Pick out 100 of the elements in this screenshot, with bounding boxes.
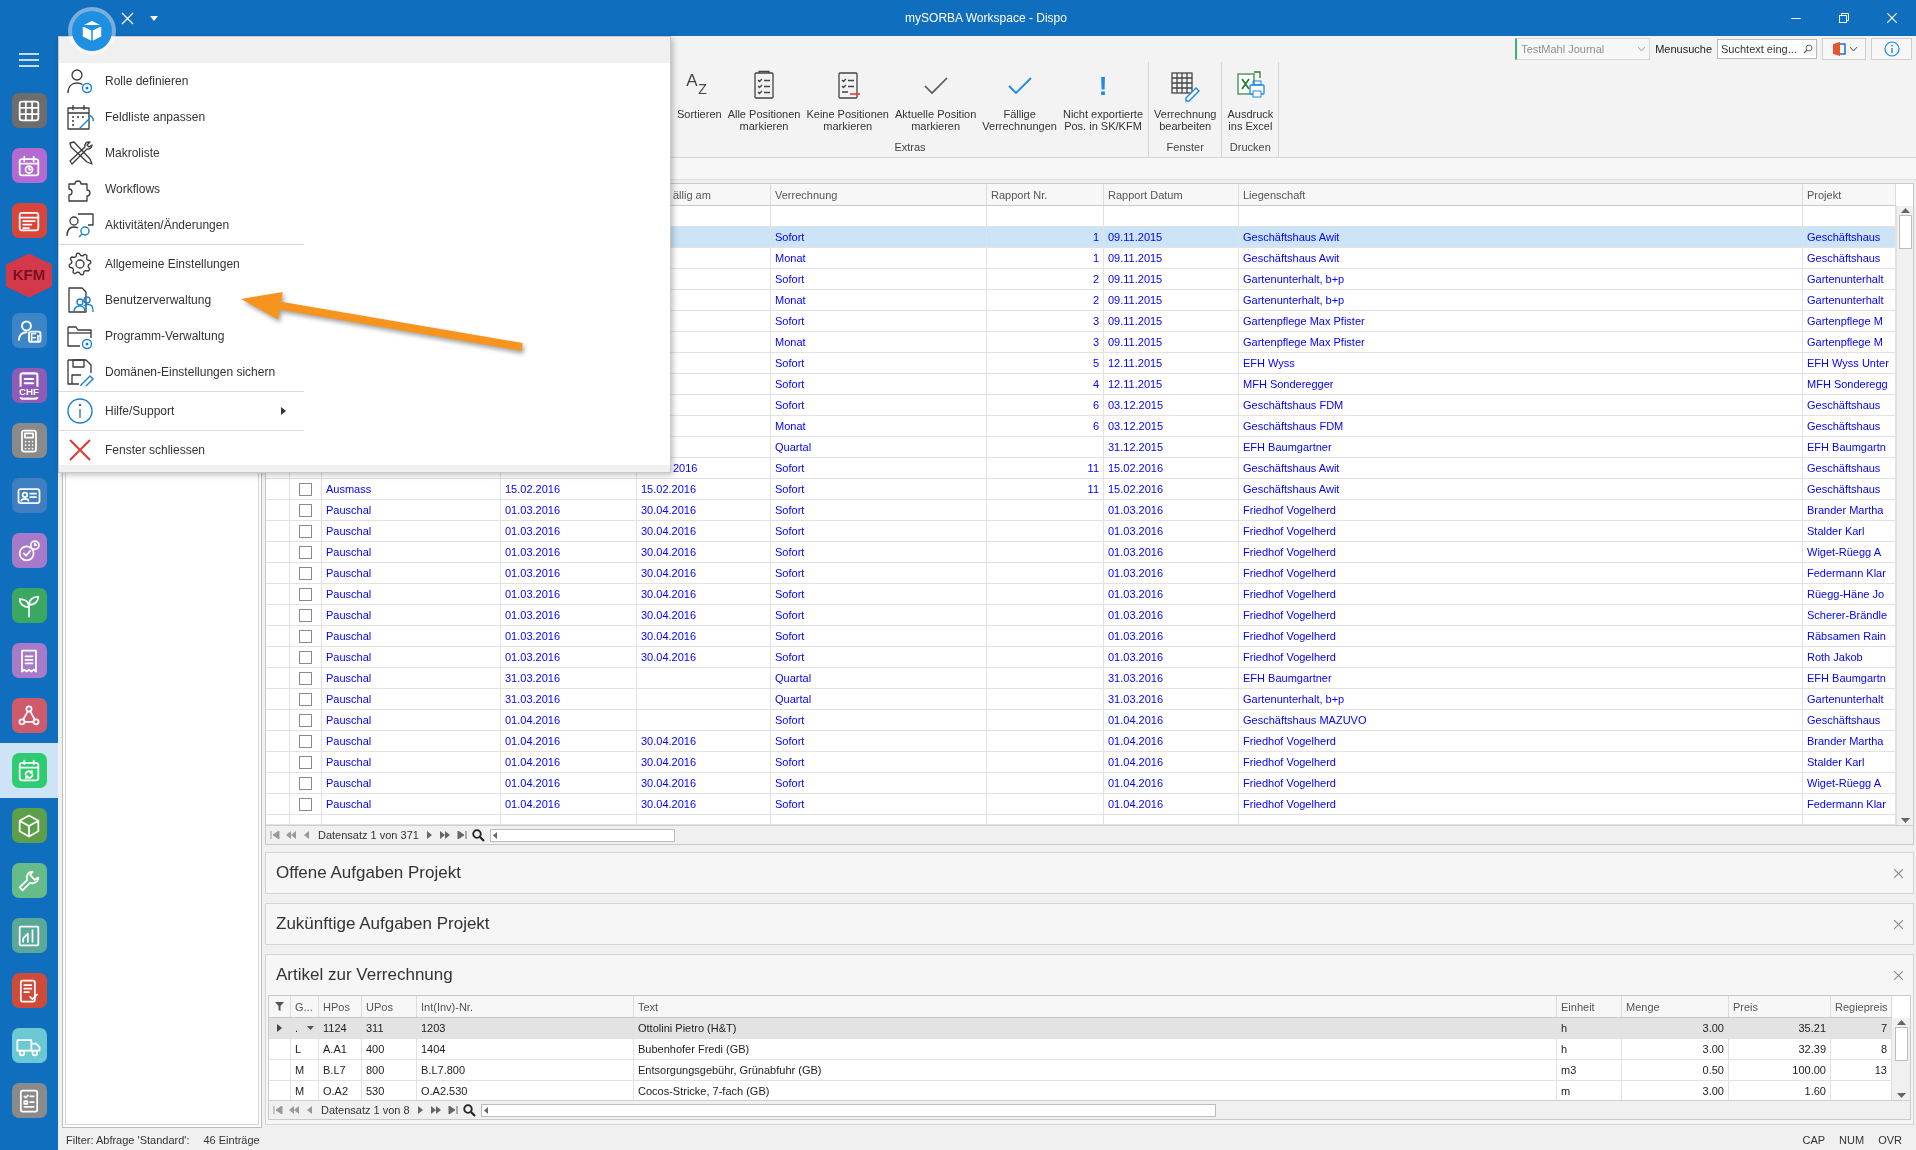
scroll-left-icon[interactable] [481,1105,491,1115]
scroll-left-icon[interactable] [490,830,500,840]
table-row[interactable]: Pauschal 01.04.2016 30.04.2016 Sofort 01.04.2016 Friedhof Vogelherd Stalder Karl [266,752,1896,773]
checkbox[interactable] [299,713,312,727]
scroll-thumb[interactable] [1894,1027,1908,1061]
ribbon-button[interactable]: Aktuelle Position markieren [892,67,980,139]
info-button[interactable] [1871,38,1912,60]
close-icon[interactable] [1894,970,1903,980]
search-icon[interactable] [462,1103,476,1117]
search-field[interactable]: Suchtext eing... [1717,39,1817,59]
table-row[interactable]: Pauschal 01.03.2016 30.04.2016 Sofort 01.03.2016 Friedhof Vogelherd Scherer-Brändle [266,605,1896,626]
table-row[interactable]: Pauschal 01.04.2016 30.04.2016 Sofort 01.04.2016 Friedhof Vogelherd Brander Martha [266,731,1896,752]
horizontal-scrollbar[interactable] [489,828,675,842]
previous-page-icon[interactable] [286,831,297,839]
table-row[interactable]: . 1124 311 1203 Ottolini Pietro (H&T) h 3.00 35.21 7 [269,1018,1891,1039]
column-header[interactable]: Einheit [1557,996,1622,1017]
ribbon-button[interactable]: ! Nicht exportierte Pos. in SK/KFM [1059,67,1147,139]
checkbox[interactable] [299,692,312,706]
checkbox[interactable] [299,734,312,748]
close-icon[interactable] [1894,919,1903,929]
checkbox[interactable] [299,671,312,685]
checkbox[interactable] [299,545,312,559]
scroll-down-icon[interactable] [1900,818,1910,823]
table-row[interactable]: Pauschal 01.03.2016 30.04.2016 Sofort 01.03.2016 Friedhof Vogelherd Roth Jakob [266,647,1896,668]
first-record-icon[interactable] [273,1106,284,1114]
table-row[interactable]: Pauschal 01.03.2016 30.04.2016 Sofort 01.03.2016 Friedhof Vogelherd Stalder Karl [266,521,1896,542]
column-header[interactable]: Menge [1622,996,1729,1017]
search-icon[interactable] [471,828,485,842]
last-record-icon[interactable] [446,1106,458,1114]
checkbox[interactable] [299,608,312,622]
table-row[interactable]: Pauschal 01.03.2016 30.04.2016 Sofort 01.03.2016 Friedhof Vogelherd Federmann Klar [266,563,1896,584]
last-record-icon[interactable] [455,831,467,839]
group-label: Extras [893,140,927,155]
checkbox[interactable] [299,503,312,517]
first-record-icon[interactable] [270,831,281,839]
close-icon[interactable] [1894,868,1903,878]
checkbox[interactable] [299,482,312,496]
previous-page-icon[interactable] [289,1106,300,1114]
table-row[interactable]: Pauschal 01.03.2016 30.04.2016 Sofort 01.03.2016 Friedhof Vogelherd Räbsamen Rain [266,626,1896,647]
restore-icon[interactable] [1839,13,1849,23]
table-row[interactable]: M B.L7 800 B.L7.800 Entsorgungsgebühr, Grünabfuhr (GB) m3 0.50 100.00 13 [269,1060,1891,1081]
filter-icon[interactable] [275,1002,284,1011]
column-header[interactable]: Verrechnung [771,184,987,205]
table-row[interactable]: Pauschal 01.03.2016 30.04.2016 Sofort 01.03.2016 Friedhof Vogelherd Brander Martha [266,500,1896,521]
ribbon-button[interactable]: Alle Positionen markieren [724,67,804,139]
table-row[interactable]: L A.A1 400 1404 Bubenhofer Fredi (GB) h 3.00 32.39 8 [269,1039,1891,1060]
table-row[interactable]: Ausmass 15.02.2016 15.02.2016 Sofort 11 15.02.2016 Geschäftshaus Awit Geschäftshaus [266,479,1896,500]
ribbon-button[interactable]: Ausdruck ins Excel [1224,67,1277,139]
menu-item[interactable]: Makroliste [59,135,304,171]
column-header[interactable]: Projekt [1803,184,1896,205]
scroll-down-icon[interactable] [1896,1093,1906,1098]
checkbox[interactable] [299,650,312,664]
column-header[interactable]: Preis [1729,996,1831,1017]
table-row[interactable]: Pauschal 01.04.2016 30.04.2016 Sofort 01.04.2016 Friedhof Vogelherd Wiget-Rüegg A [266,773,1896,794]
office-button[interactable] [1822,38,1866,60]
caret-icon[interactable] [307,1026,314,1030]
next-page-icon[interactable] [430,1106,442,1114]
column-header[interactable]: Rapport Datum [1104,184,1239,205]
horizontal-scrollbar[interactable] [480,1103,1216,1117]
column-header[interactable]: G... [291,996,319,1017]
table-row[interactable]: Pauschal 31.03.2016 Quartal 31.03.2016 Gartenunterhalt, b+p Gartenunterhalt [266,689,1896,710]
sidebar-item[interactable]: CHF [0,358,58,413]
checkbox[interactable] [299,755,312,769]
column-header[interactable]: Regiepreis [1831,996,1892,1017]
scroll-up-icon[interactable] [1900,208,1910,213]
vertical-scrollbar[interactable] [1891,1018,1910,1100]
table-row[interactable]: Pauschal 01.04.2016 30.04.2016 Sofort 01.04.2016 Friedhof Vogelherd Federmann Klar [266,794,1896,815]
column-header[interactable]: HPos [319,996,362,1017]
checkbox[interactable] [299,524,312,538]
scroll-thumb[interactable] [1898,215,1912,249]
caret-icon[interactable] [150,15,158,21]
table-row[interactable]: Pauschal 01.03.2016 30.04.2016 Sofort 01.03.2016 Friedhof Vogelherd Rüegg-Häne Jo [266,584,1896,605]
scroll-up-icon[interactable] [1896,1020,1906,1025]
column-header[interactable]: Text [634,996,1557,1017]
checkbox[interactable] [299,776,312,790]
table-row[interactable]: Pauschal 01.04.2016 Sofort 01.04.2016 Geschäftshaus MAZUVO Geschäftshaus [266,710,1896,731]
ribbon-button[interactable]: Verrechnung bearbeiten [1151,67,1220,139]
ribbon-button[interactable]: Keine Positionen markieren [803,67,892,139]
checkbox[interactable] [299,587,312,601]
table-cell: Sofort [771,311,987,331]
table-row[interactable]: Pauschal 01.03.2016 30.04.2016 Sofort 01.03.2016 Friedhof Vogelherd Wiget-Rüegg A [266,542,1896,563]
table-cell: 1 [987,248,1104,268]
checkbox[interactable] [299,566,312,580]
column-header[interactable]: UPos [362,996,417,1017]
menu-item[interactable]: Feldliste anpassen [59,99,304,135]
next-page-icon[interactable] [439,831,451,839]
table-cell: Gartenpflege Max Pfister [1239,332,1803,352]
column-header[interactable]: Int(Inv)-Nr. [417,996,634,1017]
checkbox[interactable] [299,629,312,643]
menu-item[interactable]: Rolle definieren [59,63,304,99]
column-header[interactable]: Liegenschaft [1239,184,1803,205]
table-row[interactable]: Pauschal 31.03.2016 Quartal 31.03.2016 EFH Baumgartner EFH Baumgartn [266,668,1896,689]
sidebar-item[interactable]: Fr [0,303,58,358]
menu-item[interactable]: Workflows [59,171,304,207]
menu-item[interactable]: Hilfe/Support [59,393,304,429]
vertical-scrollbar[interactable] [1896,206,1913,825]
checkbox[interactable] [299,797,312,811]
menu-icon[interactable] [19,52,39,67]
column-header[interactable]: Rapport Nr. [987,184,1104,205]
ribbon-button[interactable]: Fällige Verrechnungen [979,67,1060,139]
